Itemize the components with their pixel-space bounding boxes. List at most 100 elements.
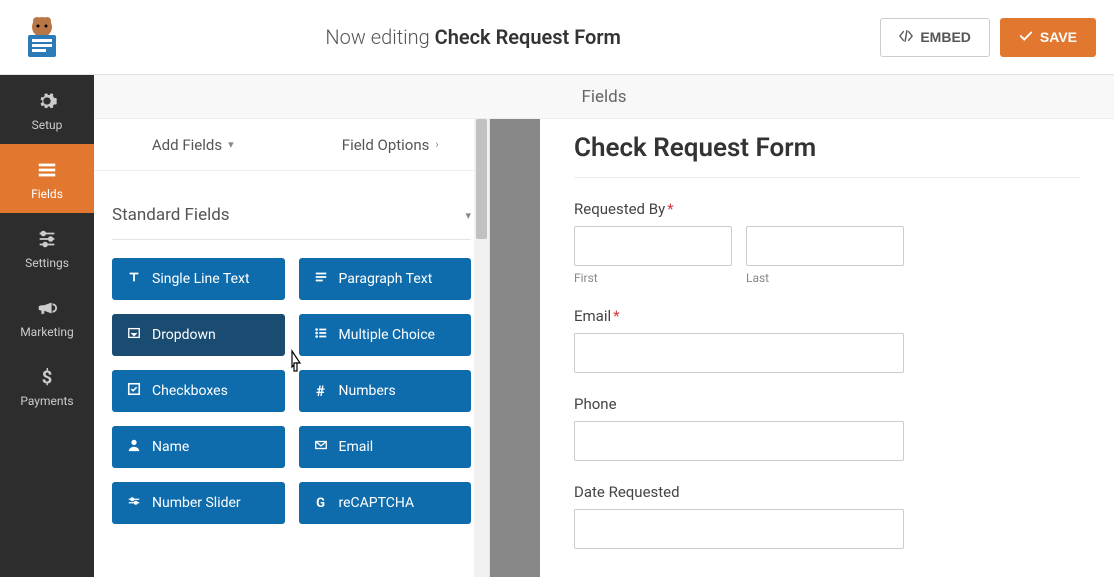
phone-label: Phone bbox=[574, 395, 1080, 413]
embed-button[interactable]: EMBED bbox=[880, 18, 990, 57]
field-recaptcha[interactable]: G reCAPTCHA bbox=[299, 482, 472, 524]
date-requested-label: Date Requested bbox=[574, 483, 1080, 501]
required-marker: * bbox=[613, 307, 619, 325]
chevron-down-icon: ▾ bbox=[465, 209, 471, 222]
form-title: Check Request Form bbox=[574, 133, 1080, 163]
field-number-slider[interactable]: Number Slider bbox=[112, 482, 285, 524]
save-label: SAVE bbox=[1040, 29, 1077, 45]
section-title: Standard Fields bbox=[112, 205, 230, 225]
first-name-input[interactable] bbox=[574, 226, 732, 266]
side-nav: Setup Fields Settings Marketing $ Paymen… bbox=[0, 75, 94, 577]
sidenav-item-payments[interactable]: $ Payments bbox=[0, 351, 94, 420]
field-grid: Single Line Text Paragraph Text Dropdown bbox=[112, 258, 471, 524]
sidenav-item-settings[interactable]: Settings bbox=[0, 213, 94, 282]
field-phone[interactable]: Phone bbox=[574, 395, 1080, 461]
text-icon bbox=[126, 270, 142, 288]
scrollbar[interactable] bbox=[474, 119, 489, 577]
slider-icon bbox=[126, 494, 142, 512]
list-icon bbox=[313, 326, 329, 344]
field-label: Number Slider bbox=[152, 495, 241, 511]
chevron-right-icon: › bbox=[435, 138, 438, 151]
save-button[interactable]: SAVE bbox=[1000, 18, 1096, 57]
form-preview: Check Request Form Requested By* First L bbox=[540, 119, 1114, 577]
email-label: Email* bbox=[574, 307, 1080, 325]
wpforms-logo bbox=[18, 13, 66, 61]
email-input[interactable] bbox=[574, 333, 904, 373]
field-date-requested[interactable]: Date Requested bbox=[574, 483, 1080, 549]
field-checkboxes[interactable]: Checkboxes bbox=[112, 370, 285, 412]
name-fields: First Last bbox=[574, 226, 1080, 285]
check-icon bbox=[1019, 29, 1033, 46]
sidenav-label: Payments bbox=[20, 394, 73, 408]
field-label: Name bbox=[152, 439, 189, 455]
list-icon bbox=[36, 158, 58, 182]
left-tabs: Add Fields ▾ Field Options › bbox=[94, 119, 489, 171]
editing-title: Now editing Check Request Form bbox=[66, 25, 880, 49]
sidenav-label: Setup bbox=[32, 118, 63, 132]
date-requested-input[interactable] bbox=[574, 509, 904, 549]
bullhorn-icon bbox=[36, 296, 58, 320]
field-label: Email bbox=[339, 439, 374, 455]
sidenav-label: Settings bbox=[25, 256, 69, 270]
sidenav-item-setup[interactable]: Setup bbox=[0, 75, 94, 144]
phone-input[interactable] bbox=[574, 421, 904, 461]
panel-title: Fields bbox=[94, 75, 1114, 119]
google-icon: G bbox=[313, 496, 329, 511]
sidenav-item-fields[interactable]: Fields bbox=[0, 144, 94, 213]
field-multiple-choice[interactable]: Multiple Choice bbox=[299, 314, 472, 356]
field-email[interactable]: Email* bbox=[574, 307, 1080, 373]
header-buttons: EMBED SAVE bbox=[880, 18, 1096, 57]
last-name-col: Last bbox=[746, 226, 904, 285]
section-head-standard-fields[interactable]: Standard Fields ▾ bbox=[112, 191, 471, 240]
form-name: Check Request Form bbox=[435, 25, 621, 49]
sidenav-item-marketing[interactable]: Marketing bbox=[0, 282, 94, 351]
field-single-line-text[interactable]: Single Line Text bbox=[112, 258, 285, 300]
left-content: Standard Fields ▾ Single Line Text Parag… bbox=[94, 171, 489, 544]
panel-divider bbox=[490, 119, 540, 577]
field-requested-by[interactable]: Requested By* First Last bbox=[574, 200, 1080, 285]
last-sublabel: Last bbox=[746, 271, 904, 285]
scrollbar-thumb[interactable] bbox=[476, 119, 487, 239]
chevron-down-icon: ▾ bbox=[228, 138, 234, 151]
field-label: Dropdown bbox=[152, 327, 216, 343]
dropdown-icon bbox=[126, 326, 142, 344]
paragraph-icon bbox=[313, 270, 329, 288]
tab-label: Field Options bbox=[342, 136, 430, 154]
embed-label: EMBED bbox=[920, 29, 971, 45]
label-text: Email bbox=[574, 307, 611, 325]
left-panel: Add Fields ▾ Field Options › Standard Fi… bbox=[94, 119, 490, 577]
code-icon bbox=[899, 29, 913, 46]
field-numbers[interactable]: # Numbers bbox=[299, 370, 472, 412]
tab-add-fields[interactable]: Add Fields ▾ bbox=[94, 119, 292, 170]
field-paragraph-text[interactable]: Paragraph Text bbox=[299, 258, 472, 300]
editing-prefix: Now editing bbox=[325, 25, 434, 49]
field-dropdown[interactable]: Dropdown bbox=[112, 314, 285, 356]
field-label: Single Line Text bbox=[152, 271, 250, 287]
first-name-col: First bbox=[574, 226, 732, 285]
field-label: Numbers bbox=[339, 383, 396, 399]
tab-label: Add Fields bbox=[152, 136, 222, 154]
dollar-icon: $ bbox=[36, 365, 58, 389]
required-marker: * bbox=[667, 200, 673, 218]
field-name[interactable]: Name bbox=[112, 426, 285, 468]
envelope-icon bbox=[313, 438, 329, 456]
panel-wrap: Fields Add Fields ▾ Field Options › Stan… bbox=[94, 75, 1114, 577]
requested-by-label: Requested By* bbox=[574, 200, 1080, 218]
first-sublabel: First bbox=[574, 271, 732, 285]
field-label: Paragraph Text bbox=[339, 271, 433, 287]
gear-icon bbox=[36, 89, 58, 113]
field-label: Multiple Choice bbox=[339, 327, 435, 343]
tab-field-options[interactable]: Field Options › bbox=[292, 119, 490, 170]
field-label: Checkboxes bbox=[152, 383, 228, 399]
panel-body: Add Fields ▾ Field Options › Standard Fi… bbox=[94, 119, 1114, 577]
last-name-input[interactable] bbox=[746, 226, 904, 266]
hash-icon: # bbox=[313, 382, 329, 400]
field-email[interactable]: Email bbox=[299, 426, 472, 468]
divider bbox=[574, 177, 1080, 178]
sidenav-label: Fields bbox=[31, 187, 63, 201]
label-text: Requested By bbox=[574, 200, 665, 218]
user-icon bbox=[126, 438, 142, 456]
main-area: Setup Fields Settings Marketing $ Paymen… bbox=[0, 75, 1114, 577]
app-header: Now editing Check Request Form EMBED SAV… bbox=[0, 0, 1114, 75]
svg-text:$: $ bbox=[42, 367, 53, 388]
